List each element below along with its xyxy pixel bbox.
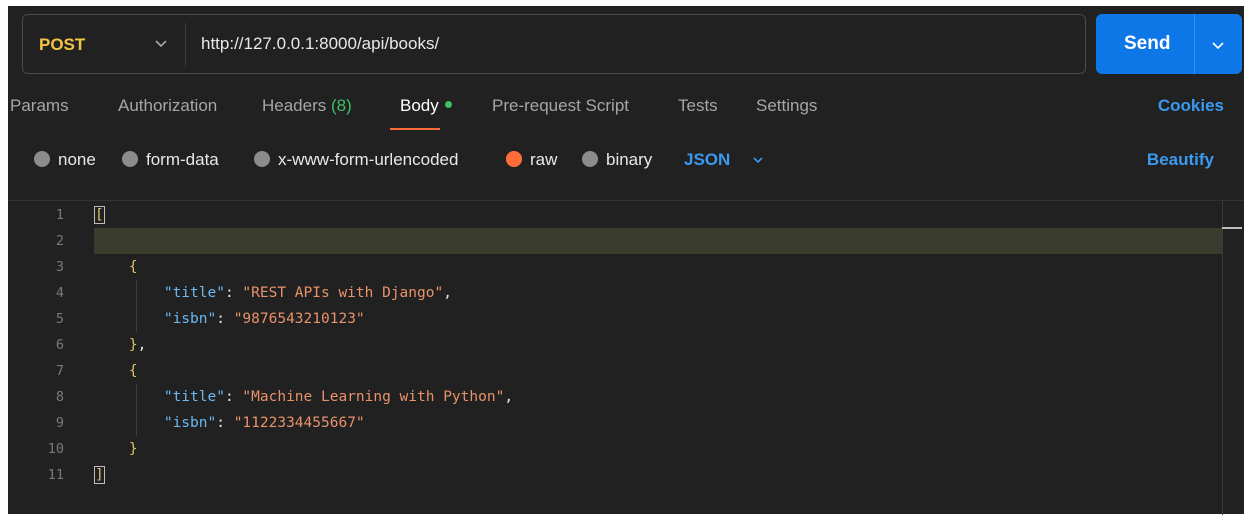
json-string: "REST APIs with Django" (242, 285, 444, 301)
close-brace: } (128, 441, 138, 457)
radio-raw[interactable]: raw (506, 150, 557, 170)
tab-settings[interactable]: Settings (756, 96, 817, 116)
tab-params[interactable]: Params (10, 96, 69, 116)
line-number: 4 (55, 285, 64, 301)
modified-dot-icon (444, 101, 452, 108)
line-number: 3 (55, 259, 64, 275)
json-string: "Machine Learning with Python" (242, 389, 505, 405)
current-line-highlight (94, 228, 1222, 254)
code-line: "isbn": "1122334455667" (163, 415, 365, 431)
line-number: 11 (47, 467, 64, 483)
radio-icon (34, 151, 50, 167)
postman-request-panel: POST Send Params Authorization Headers (… (8, 6, 1244, 515)
headers-count: (8) (331, 96, 352, 115)
radio-x-www-form-urlencoded[interactable]: x-www-form-urlencoded (254, 150, 458, 170)
chevron-down-icon[interactable] (1208, 35, 1228, 55)
send-button[interactable]: Send (1096, 14, 1242, 74)
radio-label: x-www-form-urlencoded (278, 150, 459, 169)
tab-tests[interactable]: Tests (678, 96, 718, 116)
code-line: }, (128, 337, 147, 353)
radio-label: form-data (146, 150, 219, 169)
line-number: 2 (55, 233, 64, 249)
radio-form-data[interactable]: form-data (122, 150, 219, 170)
radio-label: binary (606, 150, 653, 169)
url-input[interactable] (201, 29, 1061, 59)
line-number: 5 (55, 311, 64, 327)
radio-icon (254, 151, 270, 167)
open-brace: { (128, 363, 138, 379)
tab-headers[interactable]: Headers (8) (262, 96, 352, 116)
code-line: "isbn": "9876543210123" (163, 311, 365, 327)
cookies-link[interactable]: Cookies (1158, 96, 1224, 116)
json-key: "isbn" (163, 415, 217, 431)
chevron-down-icon[interactable] (750, 152, 766, 168)
method-select[interactable]: POST (39, 35, 85, 55)
radio-none[interactable]: none (34, 150, 96, 170)
radio-label: none (58, 150, 96, 169)
close-bracket: ] (94, 466, 105, 484)
line-number: 8 (55, 389, 64, 405)
radio-icon (122, 151, 138, 167)
line-number: 10 (47, 441, 64, 457)
line-number: 9 (55, 415, 64, 431)
line-number-gutter: 1 2 3 4 5 6 7 8 9 10 11 (8, 201, 88, 514)
json-key: "title" (163, 389, 225, 405)
request-tabs: Params Authorization Headers (8) Body Pr… (8, 92, 1244, 132)
body-type-selector: none form-data x-www-form-urlencoded raw… (8, 144, 1244, 180)
json-key: "isbn" (163, 311, 217, 327)
url-bar: POST (22, 14, 1086, 74)
format-select[interactable]: JSON (684, 150, 730, 170)
line-number: 1 (55, 207, 64, 223)
line-number: 6 (55, 337, 64, 353)
json-string: "9876543210123" (233, 311, 365, 327)
tab-headers-label: Headers (262, 96, 327, 115)
open-brace: { (128, 259, 138, 275)
divider (185, 23, 186, 67)
active-tab-indicator (390, 128, 440, 130)
code-line: { (94, 358, 138, 384)
json-key: "title" (163, 285, 225, 301)
open-bracket: [ (94, 206, 105, 224)
code-line: { (94, 254, 138, 280)
radio-checked-icon (506, 151, 522, 167)
radio-label: raw (530, 150, 558, 169)
chevron-down-icon[interactable] (151, 33, 171, 53)
code-editor[interactable]: 1 2 3 4 5 6 7 8 9 10 11 [ { "title": "RE… (8, 200, 1244, 515)
code-line: ] (94, 462, 105, 488)
scroll-position-marker (1222, 227, 1242, 229)
tab-body[interactable]: Body (400, 96, 452, 116)
beautify-button[interactable]: Beautify (1147, 150, 1214, 170)
json-string: "1122334455667" (233, 415, 365, 431)
line-number: 7 (55, 363, 64, 379)
divider (1194, 14, 1195, 74)
send-label: Send (1124, 33, 1171, 54)
radio-icon (582, 151, 598, 167)
tab-body-label: Body (400, 96, 439, 115)
code-line: } (94, 436, 138, 462)
editor-scrollbar[interactable] (1222, 201, 1223, 515)
tab-pre-request-script[interactable]: Pre-request Script (492, 96, 629, 116)
radio-binary[interactable]: binary (582, 150, 652, 170)
code-line: [ (94, 202, 105, 228)
code-line: "title": "REST APIs with Django", (163, 285, 452, 301)
code-line: "title": "Machine Learning with Python", (163, 389, 514, 405)
close-brace: } (128, 337, 138, 353)
tab-authorization[interactable]: Authorization (118, 96, 217, 116)
